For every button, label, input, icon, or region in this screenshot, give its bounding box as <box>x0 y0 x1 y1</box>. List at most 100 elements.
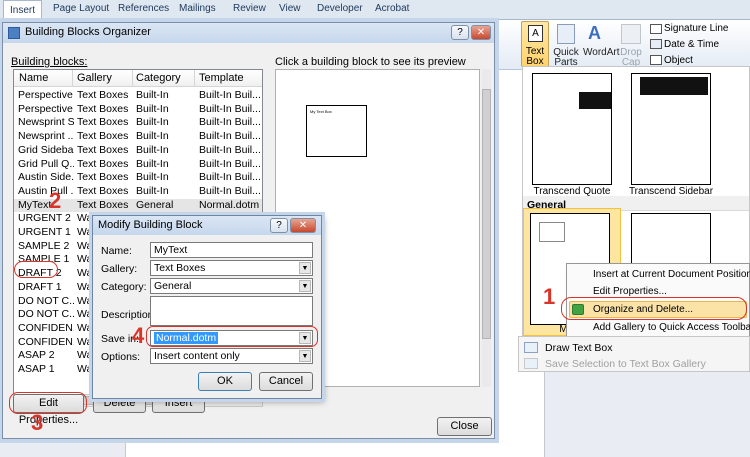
draw-text-box-button[interactable]: Draw Text Box <box>545 342 613 354</box>
tab-acrobat[interactable]: Acrobat <box>375 3 409 14</box>
gallery-footer: Draw Text Box Save Selection to Text Box… <box>518 336 750 372</box>
row-category: Built-In <box>136 184 169 197</box>
date-time-button[interactable]: Date & Time <box>664 39 719 50</box>
row-name: Grid Sidebar <box>18 143 74 156</box>
row-template: Built-In Buil... <box>199 102 261 115</box>
ribbon-tab-bar: Insert Page Layout References Mailings R… <box>0 0 750 21</box>
row-name: URGENT 2 <box>18 212 71 225</box>
preview-scroll-thumb[interactable] <box>482 89 491 339</box>
column-header-name[interactable]: Name <box>19 72 48 84</box>
annotation-number-2: 2 <box>49 188 62 213</box>
cancel-button[interactable]: Cancel <box>259 372 313 391</box>
preview-scrollbar[interactable] <box>482 69 491 387</box>
tab-mailings[interactable]: Mailings <box>179 3 216 14</box>
table-row[interactable]: Grid Pull Q... Text Boxes Built-In Built-In… <box>14 158 262 172</box>
row-gallery: Text Boxes <box>77 157 129 170</box>
row-template: Built-In Buil... <box>199 116 261 129</box>
description-input[interactable] <box>150 296 313 326</box>
description-label: Description: <box>101 309 157 321</box>
help-button[interactable]: ? <box>451 25 469 40</box>
chevron-down-icon[interactable]: ▼ <box>299 280 311 292</box>
table-row[interactable]: Perspective ...Text Boxes Built-In Built-I… <box>14 89 262 103</box>
drop-cap-button[interactable]: Drop Cap <box>617 48 645 68</box>
row-gallery: Text Boxes <box>77 143 129 156</box>
row-category: Built-In <box>136 171 169 184</box>
menu-item-add-gallery-qat[interactable]: Add Gallery to Quick Access Toolbar <box>593 322 750 333</box>
row-category: Built-In <box>136 102 169 115</box>
annotation-circle-save-in <box>146 326 318 347</box>
row-template: Built-In Buil... <box>199 143 261 156</box>
tab-review[interactable]: Review <box>233 3 266 14</box>
tab-insert[interactable]: Insert <box>3 0 43 21</box>
row-name: CONFIDEN... <box>18 321 74 334</box>
text-box-label: Text Box <box>525 46 545 67</box>
row-category: Built-In <box>136 157 169 170</box>
signature-line-button[interactable]: Signature Line <box>664 23 729 34</box>
tab-view[interactable]: View <box>279 3 301 14</box>
thumb-dark-block <box>579 92 611 109</box>
name-label: Name: <box>101 245 132 257</box>
row-gallery: Text Boxes <box>77 130 129 143</box>
close-button[interactable]: Close <box>437 417 492 436</box>
row-template: Built-In Buil... <box>199 157 261 170</box>
gallery-thumb-transcend-quote[interactable] <box>532 73 612 185</box>
menu-item-insert-at-position[interactable]: Insert at Current Document Position <box>593 269 750 280</box>
row-template: Normal.dotm <box>199 198 260 211</box>
row-name: Perspective ... <box>18 89 74 101</box>
row-name: Newsprint ... <box>18 130 74 143</box>
annotation-circle-mytext <box>14 261 58 278</box>
row-name: ASAP 1 <box>18 363 55 375</box>
gallery-thumb-transcend-sidebar[interactable] <box>631 73 711 185</box>
name-input[interactable]: MyText <box>150 242 313 258</box>
tab-developer[interactable]: Developer <box>317 3 363 14</box>
preview-thumbnail: My Text Box <box>306 105 367 157</box>
row-category: Built-In <box>136 130 169 143</box>
table-row[interactable]: Newsprint S...Text Boxes Built-In Built-In… <box>14 116 262 130</box>
text-box-icon: A <box>528 25 543 42</box>
annotation-circle-organize <box>561 297 747 320</box>
row-category: Built-In <box>136 89 169 101</box>
text-box-button[interactable]: A Text Box <box>521 21 549 67</box>
help-button[interactable]: ? <box>270 218 288 233</box>
category-label: Category: <box>101 281 147 293</box>
menu-item-edit-properties[interactable]: Edit Properties... <box>593 286 667 297</box>
building-blocks-label: Building blocks: <box>11 56 88 68</box>
table-row[interactable]: Newsprint ... Text Boxes Built-In Built-In … <box>14 130 262 144</box>
chevron-down-icon[interactable]: ▼ <box>299 350 311 362</box>
table-row[interactable]: Grid Sidebar Text Boxes Built-In Built-In B… <box>14 144 262 158</box>
preview-label: Click a building block to see its previe… <box>275 56 466 68</box>
table-row[interactable]: Austin Side... Text Boxes Built-In Built-In… <box>14 171 262 185</box>
close-icon[interactable]: ✕ <box>471 25 491 40</box>
list-header: Name Gallery Category Template <box>14 70 262 87</box>
gallery-thumb-other[interactable] <box>631 213 711 263</box>
column-header-category[interactable]: Category <box>136 72 181 84</box>
thumb-text-box <box>539 222 565 242</box>
save-selection-button[interactable]: Save Selection to Text Box Gallery <box>545 358 706 370</box>
row-gallery: Text Boxes <box>77 89 129 101</box>
annotation-number-3: 3 <box>31 410 44 435</box>
row-template: Built-In Buil... <box>199 89 261 101</box>
signature-line-icon <box>650 24 662 34</box>
annotation-number-1: 1 <box>543 284 556 309</box>
ok-button[interactable]: OK <box>198 372 252 391</box>
row-template: Built-In Buil... <box>199 130 261 143</box>
tab-references[interactable]: References <box>118 3 169 14</box>
chevron-down-icon[interactable]: ▼ <box>299 262 311 274</box>
table-row[interactable]: Perspective ...Text Boxes Built-In Built-I… <box>14 103 262 117</box>
wordart-button[interactable]: WordArt <box>583 48 620 58</box>
save-selection-icon <box>524 358 538 369</box>
options-select[interactable]: Insert content only ▼ <box>150 348 313 364</box>
column-header-template[interactable]: Template <box>199 72 244 84</box>
row-category: General <box>136 198 174 211</box>
close-icon[interactable]: ✕ <box>290 218 316 233</box>
category-select[interactable]: General ▼ <box>150 278 313 294</box>
tab-page-layout[interactable]: Page Layout <box>53 3 109 14</box>
column-header-gallery[interactable]: Gallery <box>77 72 112 84</box>
gallery-select[interactable]: Text Boxes ▼ <box>150 260 313 276</box>
word-app-icon <box>8 27 20 39</box>
quick-parts-button[interactable]: Quick Parts <box>553 48 579 68</box>
row-name: Grid Pull Q... <box>18 157 74 170</box>
object-button[interactable]: Object <box>664 55 693 66</box>
row-gallery: Text Boxes <box>77 116 129 129</box>
category-value: General <box>154 280 192 292</box>
